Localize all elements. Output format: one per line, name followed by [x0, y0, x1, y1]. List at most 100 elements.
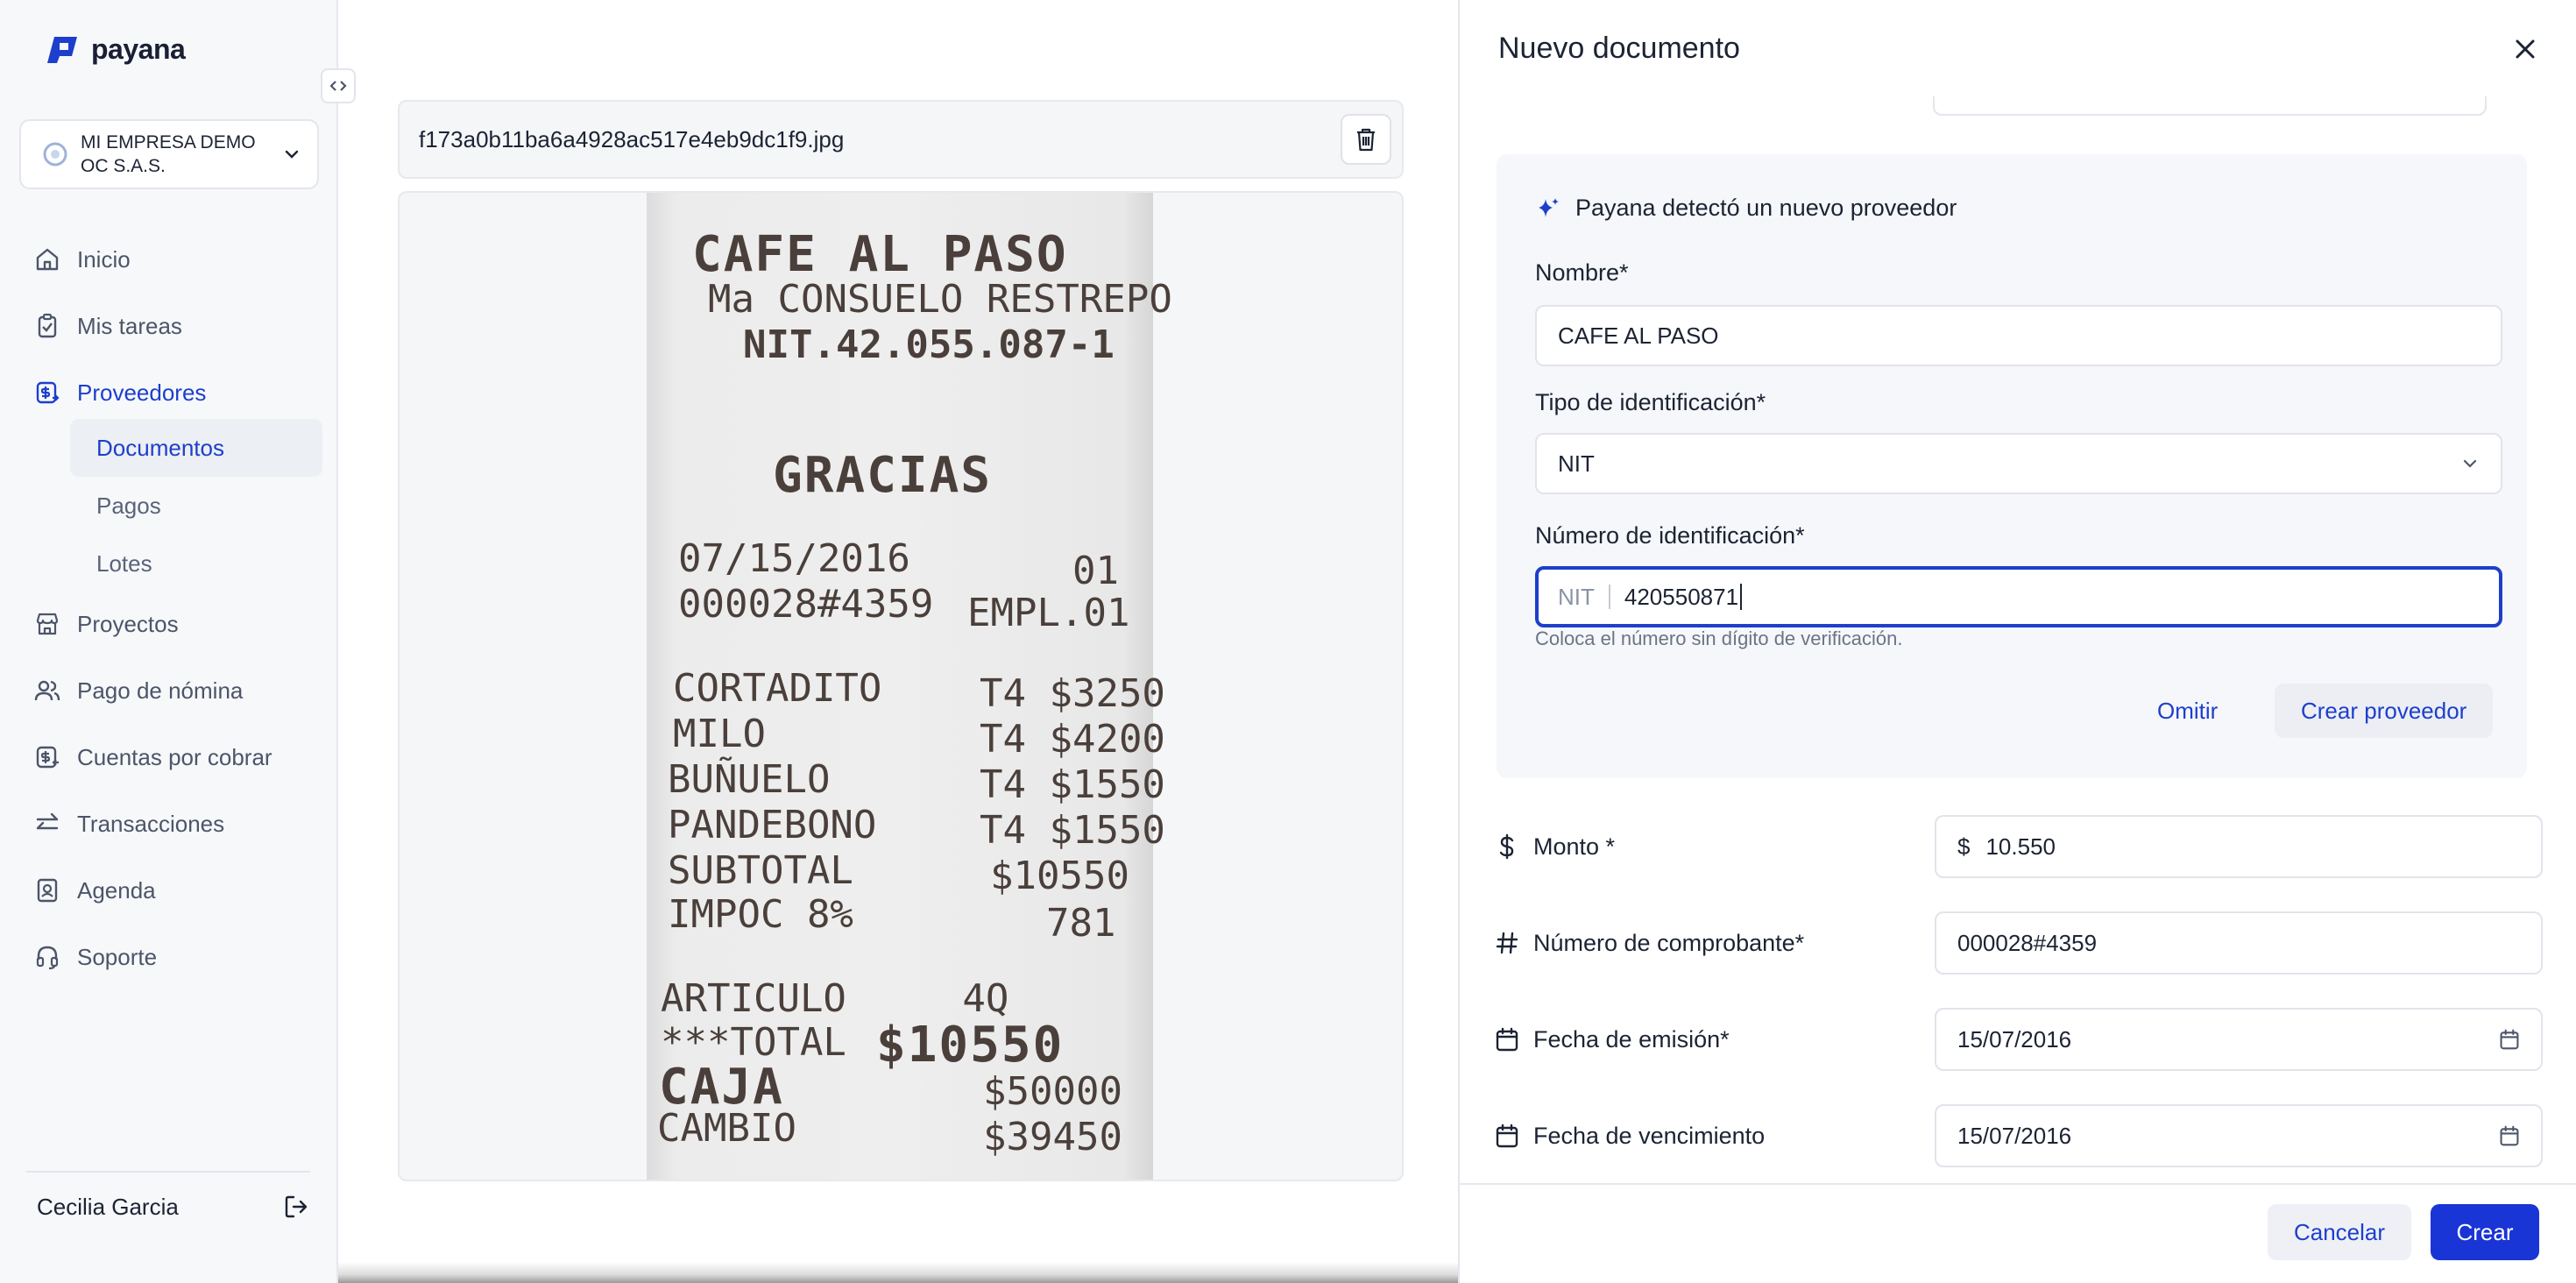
- trash-icon: [1354, 126, 1378, 152]
- user-name: Cecilia Garcia: [37, 1193, 179, 1220]
- user-bar: Cecilia Garcia: [26, 1171, 310, 1241]
- panel-footer: Cancelar Crear: [1460, 1183, 2576, 1283]
- sparkles-icon: [1535, 195, 1561, 222]
- nav-item-inicio[interactable]: Inicio: [19, 235, 322, 284]
- store-icon: [33, 610, 61, 638]
- receipt-header-owner: Ma CONSUELO RESTREPO: [708, 277, 1172, 322]
- company-selector[interactable]: MI EMPRESA DEMO OC S.A.S.: [19, 119, 319, 189]
- brand-logo[interactable]: payana: [46, 33, 186, 66]
- nav-item-pago-nomina[interactable]: Pago de nómina: [19, 666, 322, 715]
- due-date-value: 15/07/2016: [1957, 1122, 2072, 1149]
- nav-label-proveedores: Proveedores: [77, 379, 207, 406]
- receipt-change-value: $39450: [983, 1115, 1122, 1159]
- receipt-employee: EMPL.01: [967, 591, 1130, 635]
- receipt-line-name: SUBTOTAL: [668, 848, 853, 893]
- due-date-input[interactable]: 15/07/2016: [1935, 1104, 2543, 1167]
- calendar-icon[interactable]: [2499, 1028, 2520, 1051]
- issue-date-label-text: Fecha de emisión*: [1533, 1025, 1730, 1053]
- nav-label-transacciones: Transacciones: [77, 810, 225, 837]
- headset-icon: [33, 943, 61, 971]
- hash-icon: [1495, 930, 1519, 956]
- main-nav: Inicio Mis tareas Proveedores Documentos…: [19, 235, 322, 999]
- chevron-down-icon: [282, 145, 301, 164]
- nav-item-proyectos[interactable]: Proyectos: [19, 599, 322, 649]
- receipt-number-label-text: Número de comprobante*: [1533, 929, 1805, 956]
- receipt-register: 01: [1072, 549, 1119, 593]
- subnav-label-pagos: Pagos: [96, 492, 161, 519]
- receipt-thanks: GRACIAS: [773, 447, 993, 504]
- calendar-icon: [1495, 1026, 1519, 1053]
- amount-row: Monto * $ 10.550: [1495, 815, 2543, 878]
- text-caret: [1740, 584, 1743, 610]
- scrolled-field-edge: [1933, 96, 2487, 116]
- nav-label-inicio: Inicio: [77, 245, 131, 273]
- amount-value: 10.550: [1985, 833, 2056, 860]
- receipt-line-name: IMPOC 8%: [668, 892, 853, 937]
- create-provider-button[interactable]: Crear proveedor: [2275, 684, 2494, 738]
- id-number-input[interactable]: NIT 420550871: [1535, 566, 2502, 627]
- subnav-item-lotes[interactable]: Lotes: [19, 535, 322, 592]
- company-logo-icon: [42, 141, 68, 167]
- skip-button[interactable]: Omitir: [2131, 684, 2244, 738]
- currency-symbol: $: [1957, 833, 1971, 860]
- amount-input[interactable]: $ 10.550: [1935, 815, 2543, 878]
- nav-label-proyectos: Proyectos: [77, 610, 179, 637]
- close-panel-button[interactable]: [2508, 32, 2543, 67]
- provider-icon: [33, 379, 61, 407]
- receipt-cash-value: $50000: [983, 1069, 1122, 1114]
- document-preview: CAFE AL PASO Ma CONSUELO RESTREPO NIT.42…: [398, 191, 1404, 1181]
- nav-item-transacciones[interactable]: Transacciones: [19, 799, 322, 848]
- id-number-value: 420550871: [1624, 583, 1739, 610]
- receipt-line-amount: T4 $3250: [980, 671, 1165, 716]
- file-bar: f173a0b11ba6a4928ac517e4eb9dc1f9.jpg: [398, 100, 1404, 179]
- subnav-item-pagos[interactable]: Pagos: [19, 477, 322, 535]
- nav-item-mis-tareas[interactable]: Mis tareas: [19, 301, 322, 351]
- new-document-panel: Nuevo documento Payana detectó un nuevo …: [1458, 0, 2576, 1283]
- delete-file-button[interactable]: [1341, 114, 1391, 165]
- home-icon: [33, 245, 61, 273]
- nav-item-cuentas-cobrar[interactable]: Cuentas por cobrar: [19, 733, 322, 782]
- receipt-number-input[interactable]: 000028#4359: [1935, 911, 2543, 975]
- nav-submenu-proveedores: Documentos Pagos Lotes: [19, 419, 322, 592]
- subnav-item-documentos[interactable]: Documentos: [70, 419, 322, 477]
- sidebar: payana MI EMPRESA DEMO OC S.A.S. Inicio …: [0, 0, 338, 1283]
- cancel-button[interactable]: Cancelar: [2268, 1204, 2411, 1260]
- provider-name-input[interactable]: CAFE AL PASO: [1535, 305, 2502, 366]
- collapse-sidebar-button[interactable]: [321, 68, 356, 103]
- collapse-arrows-icon: [328, 79, 349, 93]
- calendar-icon: [1495, 1123, 1519, 1149]
- receipt-line-amount: T4 $4200: [980, 717, 1165, 762]
- receipt-date: 07/15/2016: [678, 536, 910, 581]
- id-type-select[interactable]: NIT: [1535, 433, 2502, 494]
- nav-label-soporte: Soporte: [77, 943, 158, 970]
- receipt-line-amount: T4 $1550: [980, 762, 1165, 807]
- receipt-line-name: MILO: [673, 712, 766, 756]
- id-number-label: Número de identificación*: [1535, 522, 1805, 549]
- users-icon: [33, 677, 61, 705]
- issue-date-label: Fecha de emisión*: [1495, 1008, 1730, 1071]
- provider-name-value: CAFE AL PASO: [1558, 322, 1719, 349]
- receipt-header-nit: NIT.42.055.087-1: [743, 323, 1115, 367]
- issue-date-value: 15/07/2016: [1957, 1025, 2072, 1053]
- id-type-value: NIT: [1558, 450, 1595, 477]
- receipt-line-name: CORTADITO: [673, 666, 882, 711]
- calendar-icon[interactable]: [2499, 1124, 2520, 1147]
- name-label: Nombre*: [1535, 259, 1629, 286]
- amount-label-text: Monto *: [1533, 833, 1616, 860]
- receipt-header-business: CAFE AL PASO: [692, 226, 1068, 283]
- nav-item-soporte[interactable]: Soporte: [19, 932, 322, 982]
- nav-item-agenda[interactable]: Agenda: [19, 866, 322, 915]
- logout-icon[interactable]: [282, 1193, 310, 1221]
- due-date-label-text: Fecha de vencimiento: [1533, 1122, 1766, 1149]
- contact-book-icon: [33, 876, 61, 904]
- amount-label: Monto *: [1495, 815, 1615, 878]
- new-provider-heading: Payana detectó un nuevo proveedor: [1535, 195, 1957, 222]
- issue-date-input[interactable]: 15/07/2016: [1935, 1008, 2543, 1071]
- close-icon: [2512, 36, 2538, 62]
- chevron-down-icon: [2460, 454, 2480, 473]
- create-document-button[interactable]: Crear: [2431, 1204, 2539, 1260]
- receipt-line-name: PANDEBONO: [668, 803, 877, 847]
- nav-item-proveedores[interactable]: Proveedores: [19, 368, 322, 417]
- receipt-number-label: Número de comprobante*: [1495, 911, 1804, 975]
- new-provider-card: Payana detectó un nuevo proveedor Nombre…: [1497, 154, 2527, 778]
